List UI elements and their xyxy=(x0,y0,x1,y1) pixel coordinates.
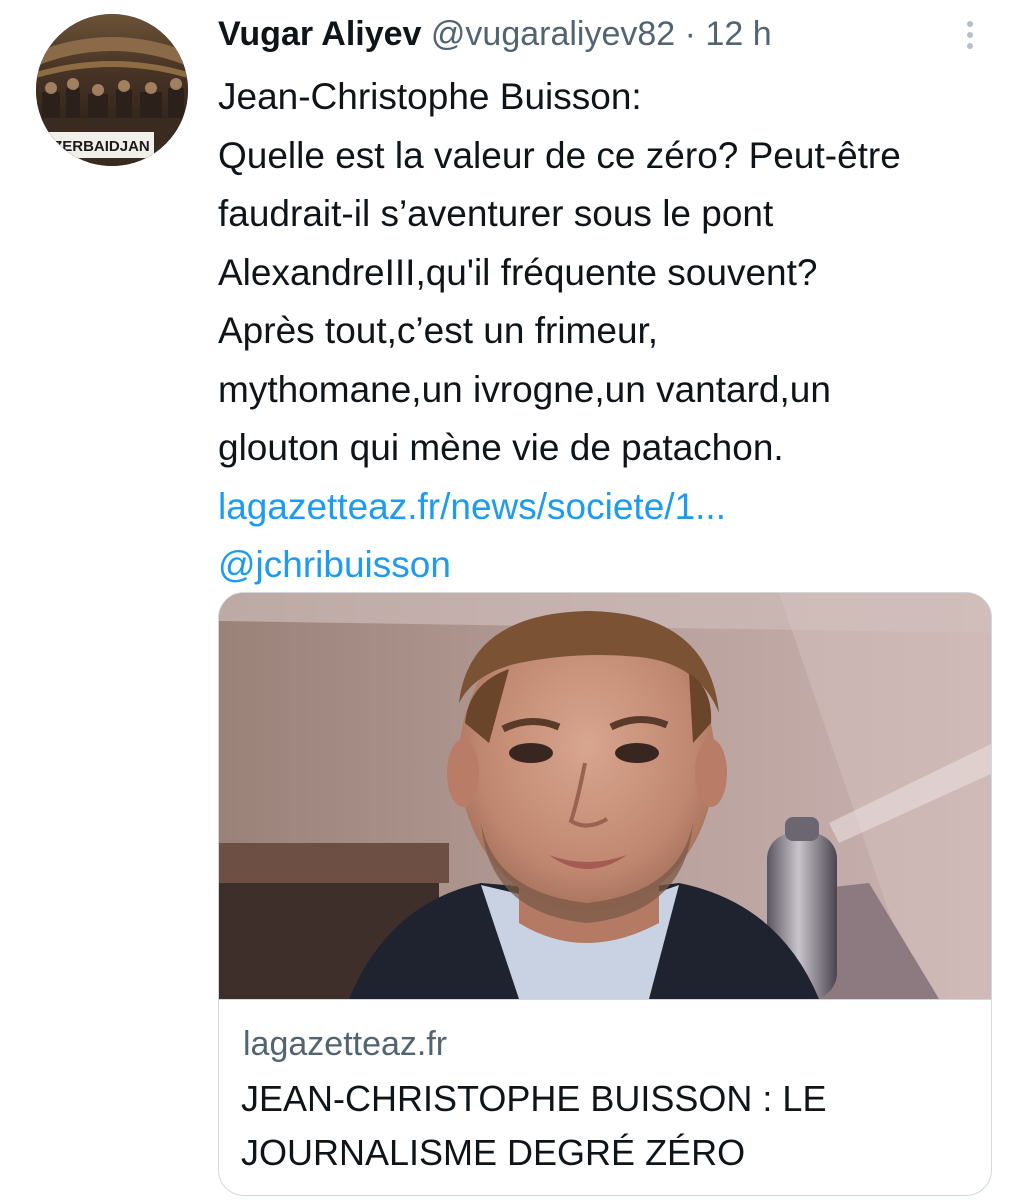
tweet-header: Vugar Aliyev @vugaraliyev82 · 12 h xyxy=(218,12,772,56)
separator-dot: · xyxy=(684,15,696,53)
tweet-text-line: mythomane,un ivrogne,un vantard,un xyxy=(218,368,831,410)
tweet-text-line: glouton qui mène vie de patachon. xyxy=(218,427,784,468)
article-link[interactable]: lagazetteaz.fr/news/societe/1... xyxy=(218,478,1008,537)
link-preview-card[interactable]: lagazetteaz.fr JEAN-CHRISTOPHE BUISSON :… xyxy=(218,592,992,1196)
tweet-text-line: faudrait-il s’aventurer sous le pont xyxy=(218,193,774,234)
card-title-line: JOURNALISME DEGRÉ ZÉRO xyxy=(241,1132,746,1173)
avatar-caption: AZERBAIDJAN xyxy=(42,138,150,155)
card-image[interactable] xyxy=(219,593,991,999)
more-vertical-icon[interactable] xyxy=(958,12,982,56)
avatar[interactable]: AZERBAIDJAN xyxy=(36,14,188,166)
tweet-text: Jean-Christophe Buisson: Quelle est la v… xyxy=(218,68,1008,595)
handle[interactable]: @vugaraliyev82 xyxy=(431,15,675,53)
card-meta[interactable]: lagazetteaz.fr JEAN-CHRISTOPHE BUISSON :… xyxy=(219,999,991,1195)
card-title: JEAN-CHRISTOPHE BUISSON : LE JOURNALISME… xyxy=(241,1072,971,1180)
mention-link[interactable]: @jchribuisson xyxy=(218,536,1008,595)
card-title-line: JEAN-CHRISTOPHE BUISSON : LE xyxy=(241,1078,827,1119)
avatar-image: AZERBAIDJAN xyxy=(36,14,188,166)
tweet-text-line: Après tout,c’est un frimeur, xyxy=(218,310,659,351)
tweet[interactable]: AZERBAIDJAN Vugar Aliyev @vugaraliyev82 … xyxy=(0,0,1013,1200)
tweet-text-line: AlexandreIII,qu'il fréquente souvent? xyxy=(218,251,818,293)
timestamp[interactable]: 12 h xyxy=(705,15,771,53)
tweet-text-line: Jean-Christophe Buisson: xyxy=(218,76,642,117)
card-domain: lagazetteaz.fr xyxy=(243,1025,448,1063)
display-name[interactable]: Vugar Aliyev xyxy=(218,15,421,53)
tweet-text-line: Quelle est la valeur de ce zéro? Peut-êt… xyxy=(218,134,901,176)
